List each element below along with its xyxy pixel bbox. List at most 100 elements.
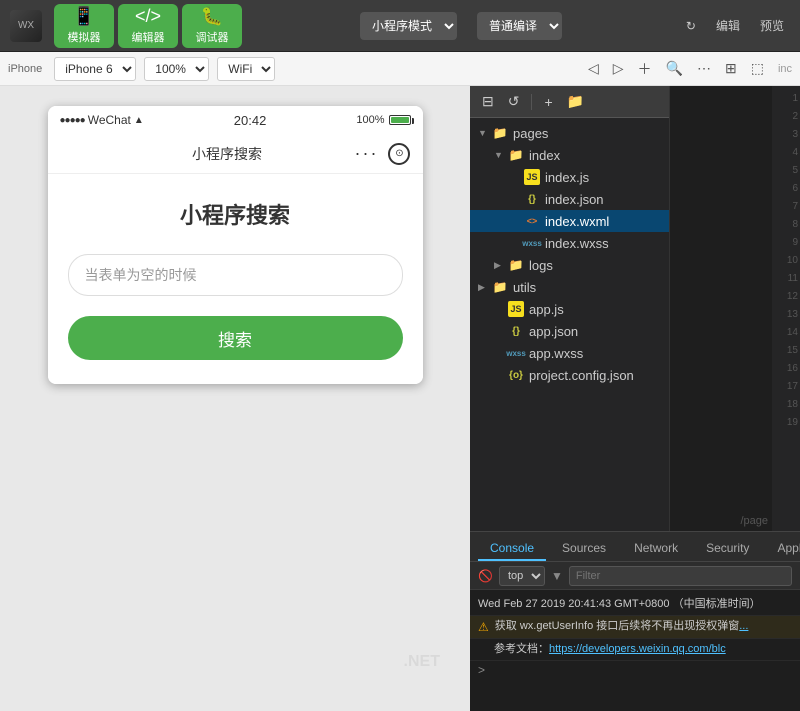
phone-content: 小程序搜索 当表单为空的时候 搜索: [48, 174, 423, 384]
add-icon[interactable]: ＋: [634, 57, 656, 81]
index-arrow: [494, 150, 506, 160]
logs-arrow: [494, 260, 506, 271]
file-tree-area: ⊟ ↺ + 📁 📁 pages 📁 i: [470, 86, 800, 531]
layout-icon[interactable]: ⊞: [721, 58, 741, 79]
index-js-label: index.js: [545, 170, 589, 185]
nav-icons: ··· ⊙: [355, 143, 411, 165]
console-ref-text: 参考文档：https://developers.weixin.qq.com/bl…: [494, 642, 792, 657]
utils-folder-icon: 📁: [492, 279, 508, 295]
file-path-hint: /page: [740, 515, 768, 527]
console-output: Wed Feb 27 2019 20:41:43 GMT+0800 （中国标准时…: [470, 590, 800, 711]
tree-item-utils[interactable]: 📁 utils: [470, 276, 669, 298]
preview-button[interactable]: 预览: [754, 13, 790, 38]
main-content: ●●●●● WeChat ▲ 20:42 100% 小程序搜索 ···: [0, 86, 800, 711]
debugger-button[interactable]: 🐛 调试器: [182, 4, 242, 48]
back-icon[interactable]: ◁: [584, 58, 603, 79]
console-level-select[interactable]: top: [499, 566, 545, 586]
tree-item-app-wxss[interactable]: wxss app.wxss: [470, 342, 669, 364]
console-tabs: Console Sources Network Security AppDa: [470, 532, 800, 562]
tree-item-project-config[interactable]: {o} project.config.json: [470, 364, 669, 386]
index-wxss-label: index.wxss: [545, 236, 609, 251]
tree-item-index-json[interactable]: {} index.json: [470, 188, 669, 210]
top-toolbar: WX 📱 模拟器 </> 编辑器 🐛 调试器 小程序模式 普通编译 ↻ 编辑 预…: [0, 0, 800, 52]
debugger-label: 调试器: [196, 29, 229, 45]
tab-console[interactable]: Console: [478, 537, 546, 561]
pages-folder-icon: 📁: [492, 125, 508, 141]
console-filter-input[interactable]: [569, 566, 792, 586]
devtools-icon[interactable]: ⬚: [747, 58, 768, 79]
nav-scan-icon[interactable]: ⊙: [388, 143, 410, 165]
refresh-tree-icon[interactable]: ↺: [504, 91, 524, 112]
mode-select[interactable]: 小程序模式: [360, 12, 457, 40]
app-logo: WX: [10, 10, 42, 42]
zoom-select[interactable]: 100%: [144, 57, 209, 81]
collapse-icon[interactable]: ⊟: [478, 91, 498, 112]
app-wxss-icon: wxss: [508, 345, 524, 361]
file-tree-toolbar: ⊟ ↺ + 📁: [470, 86, 669, 118]
simulator-label: 模拟器: [68, 29, 101, 45]
tab-sources[interactable]: Sources: [550, 537, 618, 561]
console-dropdown-icon[interactable]: ▼: [551, 569, 563, 583]
console-prompt: >: [478, 663, 485, 677]
file-tree: 📁 pages 📁 index JS index.js: [470, 118, 669, 390]
console-clear-icon[interactable]: 🚫: [478, 569, 493, 583]
tree-item-pages[interactable]: 📁 pages: [470, 122, 669, 144]
app-json-icon: {}: [508, 323, 524, 339]
tree-item-app-json[interactable]: {} app.json: [470, 320, 669, 342]
index-wxml-icon: <>: [524, 213, 540, 229]
forward-icon[interactable]: ▷: [609, 58, 628, 79]
second-toolbar-icons: ◁ ▷ ＋ 🔍 ⋯ ⊞ ⬚ inc: [584, 57, 792, 81]
tab-network[interactable]: Network: [622, 537, 690, 561]
line-numbers: 1 2 3 4 5 6 7 8 9 10 11 12 13 14 15 16 1: [772, 86, 800, 531]
project-config-label: project.config.json: [529, 368, 634, 383]
search-button[interactable]: 搜索: [68, 316, 403, 360]
phone-frame: ●●●●● WeChat ▲ 20:42 100% 小程序搜索 ···: [48, 106, 423, 384]
logs-label: logs: [529, 258, 553, 273]
console-timestamp-text: Wed Feb 27 2019 20:41:43 GMT+0800 （中国标准时…: [478, 597, 792, 612]
console-entry-ref: 参考文档：https://developers.weixin.qq.com/bl…: [470, 639, 800, 661]
tree-item-index-wxss[interactable]: wxss index.wxss: [470, 232, 669, 254]
search-icon[interactable]: 🔍: [662, 58, 687, 79]
ref-link[interactable]: https://developers.weixin.qq.com/blc: [549, 643, 726, 655]
right-panel: ⊟ ↺ + 📁 📁 pages 📁 i: [470, 86, 800, 711]
editor-label: 编辑器: [132, 29, 165, 45]
tab-appda[interactable]: AppDa: [765, 537, 800, 561]
simulator-button[interactable]: 📱 模拟器: [54, 4, 114, 48]
add-file-icon[interactable]: +: [540, 92, 556, 112]
console-filter-row: 🚫 top ▼: [470, 562, 800, 590]
wechat-label: WeChat: [88, 113, 131, 127]
edit-button[interactable]: 编辑: [710, 13, 746, 38]
nav-more-icon[interactable]: ···: [355, 143, 379, 164]
status-time: 20:42: [234, 113, 267, 128]
toolbar-sep: [531, 94, 532, 110]
battery-bar: [389, 115, 411, 125]
toolbar-center: 小程序模式 普通编译: [246, 12, 676, 40]
more-icon[interactable]: ⋯: [693, 58, 715, 79]
refresh-button[interactable]: ↻: [680, 15, 702, 37]
tab-security[interactable]: Security: [694, 537, 761, 561]
tree-item-index-js[interactable]: JS index.js: [470, 166, 669, 188]
search-input-wrapper[interactable]: 当表单为空的时候: [68, 254, 403, 296]
tree-item-logs[interactable]: 📁 logs: [470, 254, 669, 276]
device-select[interactable]: iPhone 6: [54, 57, 136, 81]
index-js-icon: JS: [524, 169, 540, 185]
add-folder-icon[interactable]: 📁: [563, 91, 588, 112]
signal-dots: ●●●●●: [60, 115, 85, 126]
battery-fill: [391, 117, 409, 123]
page-main-title: 小程序搜索: [68, 198, 403, 230]
iphone-label: iPhone: [8, 63, 42, 75]
status-left: ●●●●● WeChat ▲: [60, 113, 144, 127]
app-js-icon: JS: [508, 301, 524, 317]
tree-item-app-js[interactable]: JS app.js: [470, 298, 669, 320]
index-label: index: [529, 148, 560, 163]
editor-button[interactable]: </> 编辑器: [118, 4, 178, 48]
index-json-label: index.json: [545, 192, 604, 207]
tree-item-index-wxml[interactable]: <> index.wxml: [470, 210, 669, 232]
warn-link[interactable]: ...: [739, 620, 748, 632]
project-config-icon: {o}: [508, 367, 524, 383]
compile-select[interactable]: 普通编译: [477, 12, 562, 40]
network-select[interactable]: WiFi: [217, 57, 275, 81]
app-js-label: app.js: [529, 302, 564, 317]
tree-item-index[interactable]: 📁 index: [470, 144, 669, 166]
toolbar-right: ↻ 编辑 预览: [680, 13, 790, 38]
